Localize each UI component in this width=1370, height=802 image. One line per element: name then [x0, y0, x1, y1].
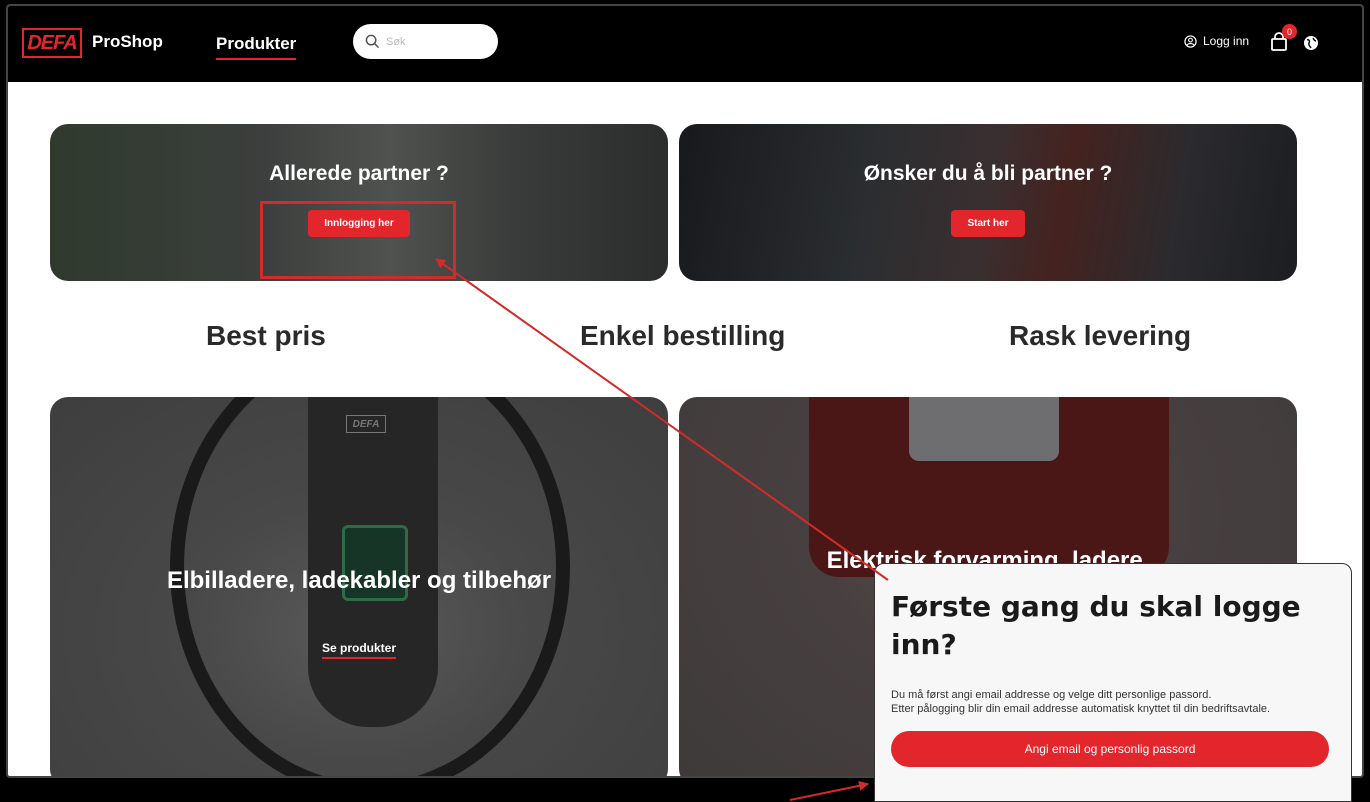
popup-description: Du må først angi email addresse og velge…: [891, 688, 1335, 716]
popup-line-1: Du må først angi email addresse og velge…: [891, 689, 1212, 701]
login-label: Logg inn: [1203, 34, 1250, 48]
top-navigation-bar: DEFA ProShop Produkter Logg inn 0: [8, 6, 1362, 82]
start-here-button[interactable]: Start her: [951, 210, 1025, 237]
popup-title: Første gang du skal logge inn?: [891, 590, 1301, 661]
popup-line-2: Etter pålogging blir din email addresse …: [891, 703, 1271, 715]
defa-logo[interactable]: DEFA: [22, 28, 82, 58]
feature-easy-ordering: Enkel bestilling: [580, 320, 786, 351]
set-email-password-button[interactable]: Angi email og personlig passord: [891, 731, 1329, 767]
cart-count-badge: 0: [1282, 24, 1297, 39]
become-partner-banner: Ønsker du å bli partner ? Start her: [679, 124, 1297, 281]
feature-best-price: Best pris: [206, 320, 326, 351]
feature-fast-delivery: Rask levering: [1009, 320, 1192, 351]
charger-defa-logo: DEFA: [346, 415, 386, 433]
ev-chargers-title: Elbilladere, ladekabler og tilbehør: [166, 567, 552, 594]
first-login-popup: Første gang du skal logge inn? Du må før…: [874, 563, 1352, 802]
preheater-screen-image: [909, 397, 1059, 461]
nav-products-link[interactable]: Produkter: [216, 34, 297, 60]
search-input[interactable]: [386, 35, 486, 48]
globe-icon[interactable]: [1303, 35, 1319, 51]
become-partner-title: Ønsker du å bli partner ?: [863, 162, 1113, 185]
existing-partner-title: Allerede partner ?: [269, 162, 449, 185]
user-icon: [1184, 34, 1197, 48]
see-products-label: Se produkter: [321, 641, 396, 659]
login-link[interactable]: Logg inn: [1184, 34, 1249, 48]
search-icon: [365, 34, 380, 49]
see-products-link[interactable]: Se produkter: [50, 641, 668, 659]
ev-chargers-category-card[interactable]: DEFA Elbilladere, ladekabler og tilbehør…: [50, 397, 668, 776]
annotation-highlight-box: [260, 201, 456, 279]
search-box[interactable]: [353, 24, 498, 59]
brand-name[interactable]: ProShop: [92, 32, 163, 52]
annotation-arrow-down: [789, 780, 869, 801]
